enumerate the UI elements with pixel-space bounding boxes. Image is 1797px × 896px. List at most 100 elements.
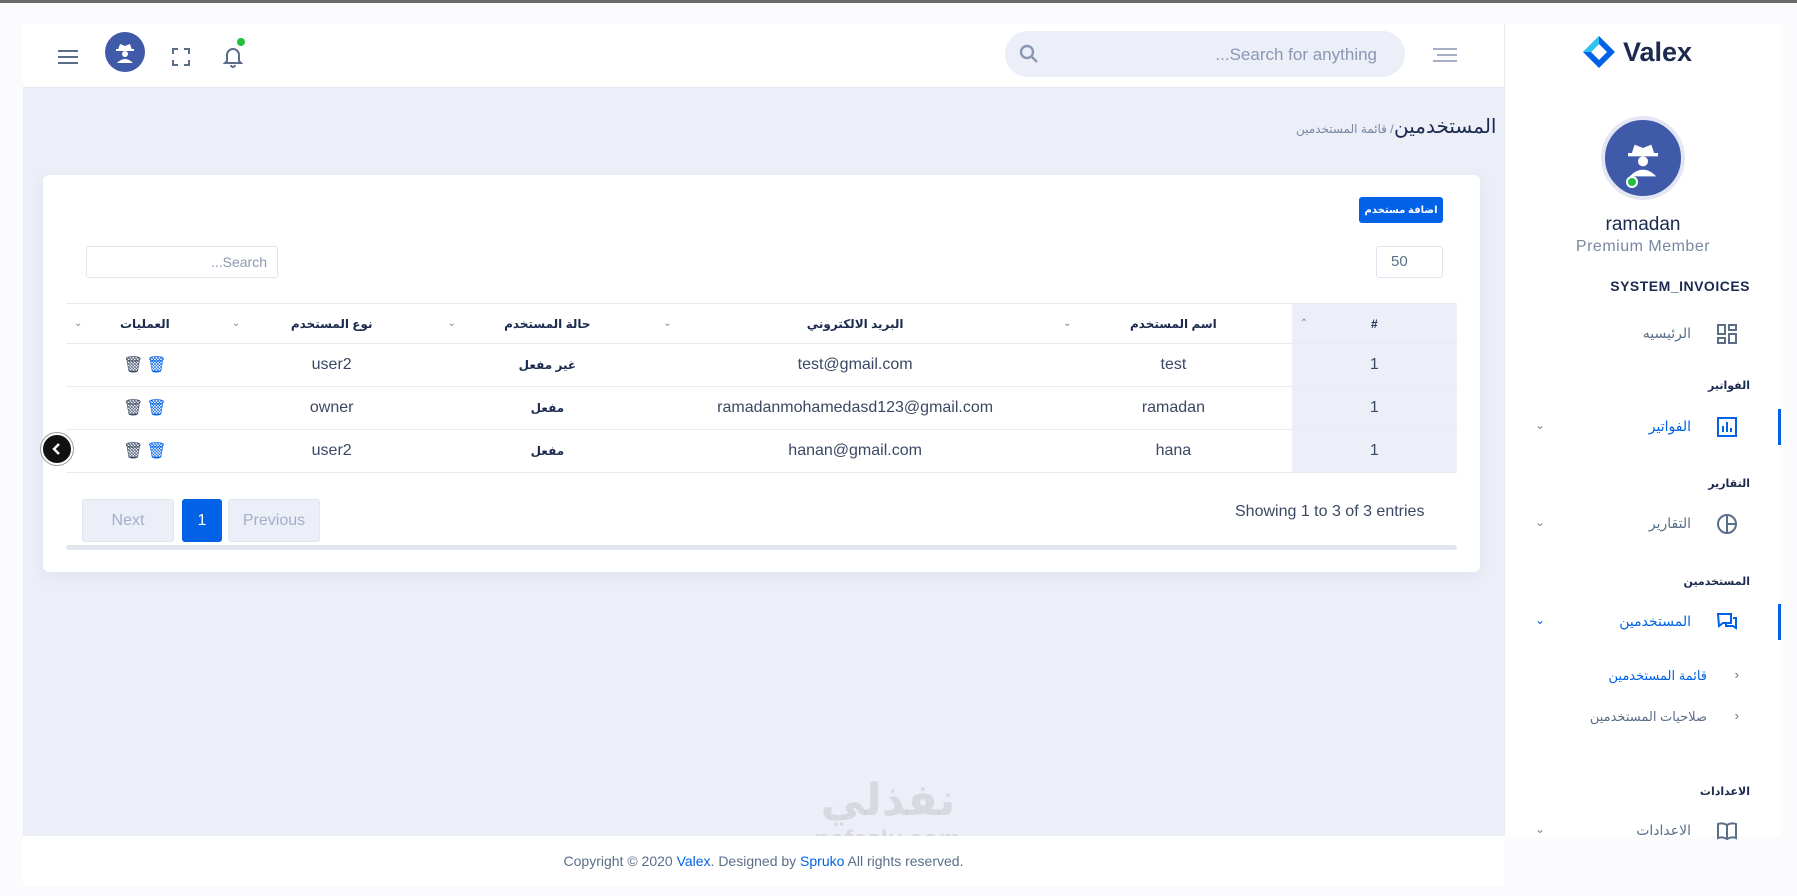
col-header-status[interactable]: ⌄ حالة المستخدم [439, 303, 656, 344]
sidebar-toggle-icon[interactable] [1433, 46, 1457, 69]
chevron-down-icon: ⌄ [1535, 515, 1546, 529]
sidebar-subitem-users-list[interactable]: قائمة المستخدمين › [1505, 664, 1781, 688]
col-header-name[interactable]: ⌄ اسم المستخدم [1055, 303, 1292, 344]
sort-icon: ⌃ [1299, 318, 1309, 329]
sidebar-item-label: المستخدمين [1619, 613, 1691, 629]
page-title: المستخدمين [1394, 116, 1497, 138]
sidebar-category-settings: الاعدادات [1699, 786, 1750, 798]
delete-icon[interactable]: 🗑 [123, 441, 143, 461]
delete-icon[interactable]: 🗑 [123, 398, 143, 418]
col-header-label: حالة المستخدم [504, 316, 591, 331]
cell-email: test@gmail.com [655, 343, 1056, 387]
sidebar-section-title: SYSTEM_INVOICES [1610, 278, 1750, 294]
search-input[interactable]: Search for anything... [1005, 31, 1405, 77]
next-page-button[interactable]: Next [82, 499, 174, 542]
sidebar-item-settings[interactable]: ⌄ الاعدادات [1505, 813, 1781, 849]
cell-index: 1 [1291, 429, 1457, 473]
trash-icon[interactable]: 🗑 [146, 441, 166, 461]
spy-avatar-icon [1628, 144, 1658, 177]
col-header-label: البريد الالكتروني [806, 316, 904, 331]
menu-icon[interactable] [55, 44, 81, 70]
profile-role: Premium Member [1575, 238, 1711, 255]
sidebar-item-label: التقارير [1648, 515, 1691, 531]
sidebar-subitem-label: قائمة المستخدمين [1608, 668, 1708, 683]
cell-email: hanan@gmail.com [655, 429, 1056, 473]
valex-logo-icon [1583, 36, 1615, 68]
copyright-text: Copyright © 2020 Valex. Designed by Spru… [23, 853, 1504, 869]
chevron-down-icon: ⌄ [1535, 822, 1546, 836]
chat-icon [1715, 610, 1739, 634]
user-avatar[interactable] [105, 32, 145, 72]
sidebar-item-home[interactable]: الرئيسيه [1505, 316, 1781, 352]
footer-designer-link[interactable]: Spruko [800, 853, 844, 869]
cell-index: 1 [1291, 386, 1457, 430]
sidebar-category-invoices: الفواتير [1708, 380, 1750, 392]
cell-name: test [1055, 343, 1292, 387]
sort-icon: ⌄ [447, 318, 456, 329]
table-header-row: ⌄ العمليات ⌄ نوع المستخدم ⌄ حالة المستخدم ⌄… [66, 303, 1457, 344]
sort-icon: ⌄ [663, 318, 672, 329]
cell-name: hana [1055, 429, 1292, 473]
brand-name: Valex [1623, 36, 1693, 67]
top-header: Search for anything... [23, 24, 1504, 88]
sort-icon: ⌄ [74, 318, 83, 329]
search-placeholder: Search for anything... [1215, 45, 1377, 64]
fullscreen-icon[interactable] [168, 44, 194, 70]
sidebar: Valex ramadan Premium Member SYSTEM_INVO… [1504, 24, 1781, 841]
add-user-button[interactable]: اضافة مستخدم [1359, 197, 1443, 223]
col-header-label: # [1371, 316, 1378, 331]
online-status-dot [1626, 176, 1638, 188]
page-length-select[interactable]: 50 [1376, 246, 1443, 278]
bar-chart-icon [1715, 415, 1739, 439]
trash-icon[interactable]: 🗑 [146, 355, 166, 375]
collapse-toggle-button[interactable] [41, 433, 73, 465]
cell-status: مفعل [439, 386, 656, 430]
table-info: Showing 1 to 3 of 3 entries [1235, 503, 1425, 520]
delete-icon[interactable]: 🗑 [123, 355, 143, 375]
cell-type: user2 [223, 343, 440, 387]
notification-dot [237, 38, 245, 46]
users-table: ⌄ العمليات ⌄ نوع المستخدم ⌄ حالة المستخدم ⌄… [66, 303, 1457, 473]
sidebar-category-users: المستخدمين [1683, 576, 1750, 588]
sidebar-item-label: الفواتير [1648, 418, 1691, 434]
sidebar-subitem-users-permissions[interactable]: صلاحيات المستخدمين › [1505, 705, 1781, 729]
table-search-input[interactable]: Search... [86, 246, 278, 278]
profile-name: ramadan [1605, 214, 1681, 235]
sidebar-item-users[interactable]: ⌄ المستخدمين [1505, 604, 1781, 640]
cell-type: owner [223, 386, 440, 430]
sidebar-category-reports: التقارير [1708, 478, 1750, 490]
col-header-email[interactable]: ⌄ البريد الالكتروني [655, 303, 1056, 344]
footer-brand-link[interactable]: Valex [677, 853, 711, 869]
cell-status: مفعل [439, 429, 656, 473]
previous-page-button[interactable]: Previous [228, 499, 320, 542]
sidebar-item-invoices[interactable]: ⌄ الفواتير [1505, 409, 1781, 445]
copyright-prefix: Copyright © 2020 [563, 853, 677, 869]
table-row: 🗑 🗑 user2 مفعل hanan@gmail.com hana 1 [66, 429, 1457, 473]
copyright-middle: . Designed by [710, 853, 801, 869]
active-indicator [1778, 604, 1781, 640]
chevron-right-icon: › [1734, 708, 1739, 723]
col-header-type[interactable]: ⌄ نوع المستخدم [223, 303, 440, 344]
breadcrumb[interactable]: / قائمة المستخدمين [1296, 122, 1394, 136]
page-1-button[interactable]: 1 [182, 499, 222, 542]
cell-name: ramadan [1055, 386, 1292, 430]
brand-logo[interactable]: Valex [1581, 34, 1692, 70]
users-card: اضافة مستخدم 50 Search... ⌄ العمليات ⌄ نوع… [43, 175, 1480, 572]
book-icon [1715, 819, 1739, 843]
footer: Copyright © 2020 Valex. Designed by Spru… [23, 836, 1504, 886]
row-actions: 🗑 🗑 [66, 343, 224, 387]
notification-bell-icon[interactable] [220, 44, 246, 70]
profile-avatar[interactable] [1601, 116, 1685, 200]
spy-avatar-icon [116, 44, 134, 63]
col-header-index[interactable]: ⌃ # [1291, 303, 1457, 344]
trash-icon[interactable]: 🗑 [146, 398, 166, 418]
copyright-suffix: All rights reserved. [844, 853, 964, 869]
sidebar-item-reports[interactable]: ⌄ التقارير [1505, 506, 1781, 542]
col-header-actions[interactable]: ⌄ العمليات [66, 303, 224, 344]
cell-type: user2 [223, 429, 440, 473]
active-indicator [1778, 409, 1781, 445]
cell-index: 1 [1291, 343, 1457, 387]
chevron-down-icon: ⌄ [1535, 613, 1546, 627]
row-actions: 🗑 🗑 [66, 429, 224, 473]
horizontal-scrollbar[interactable] [66, 545, 1457, 550]
